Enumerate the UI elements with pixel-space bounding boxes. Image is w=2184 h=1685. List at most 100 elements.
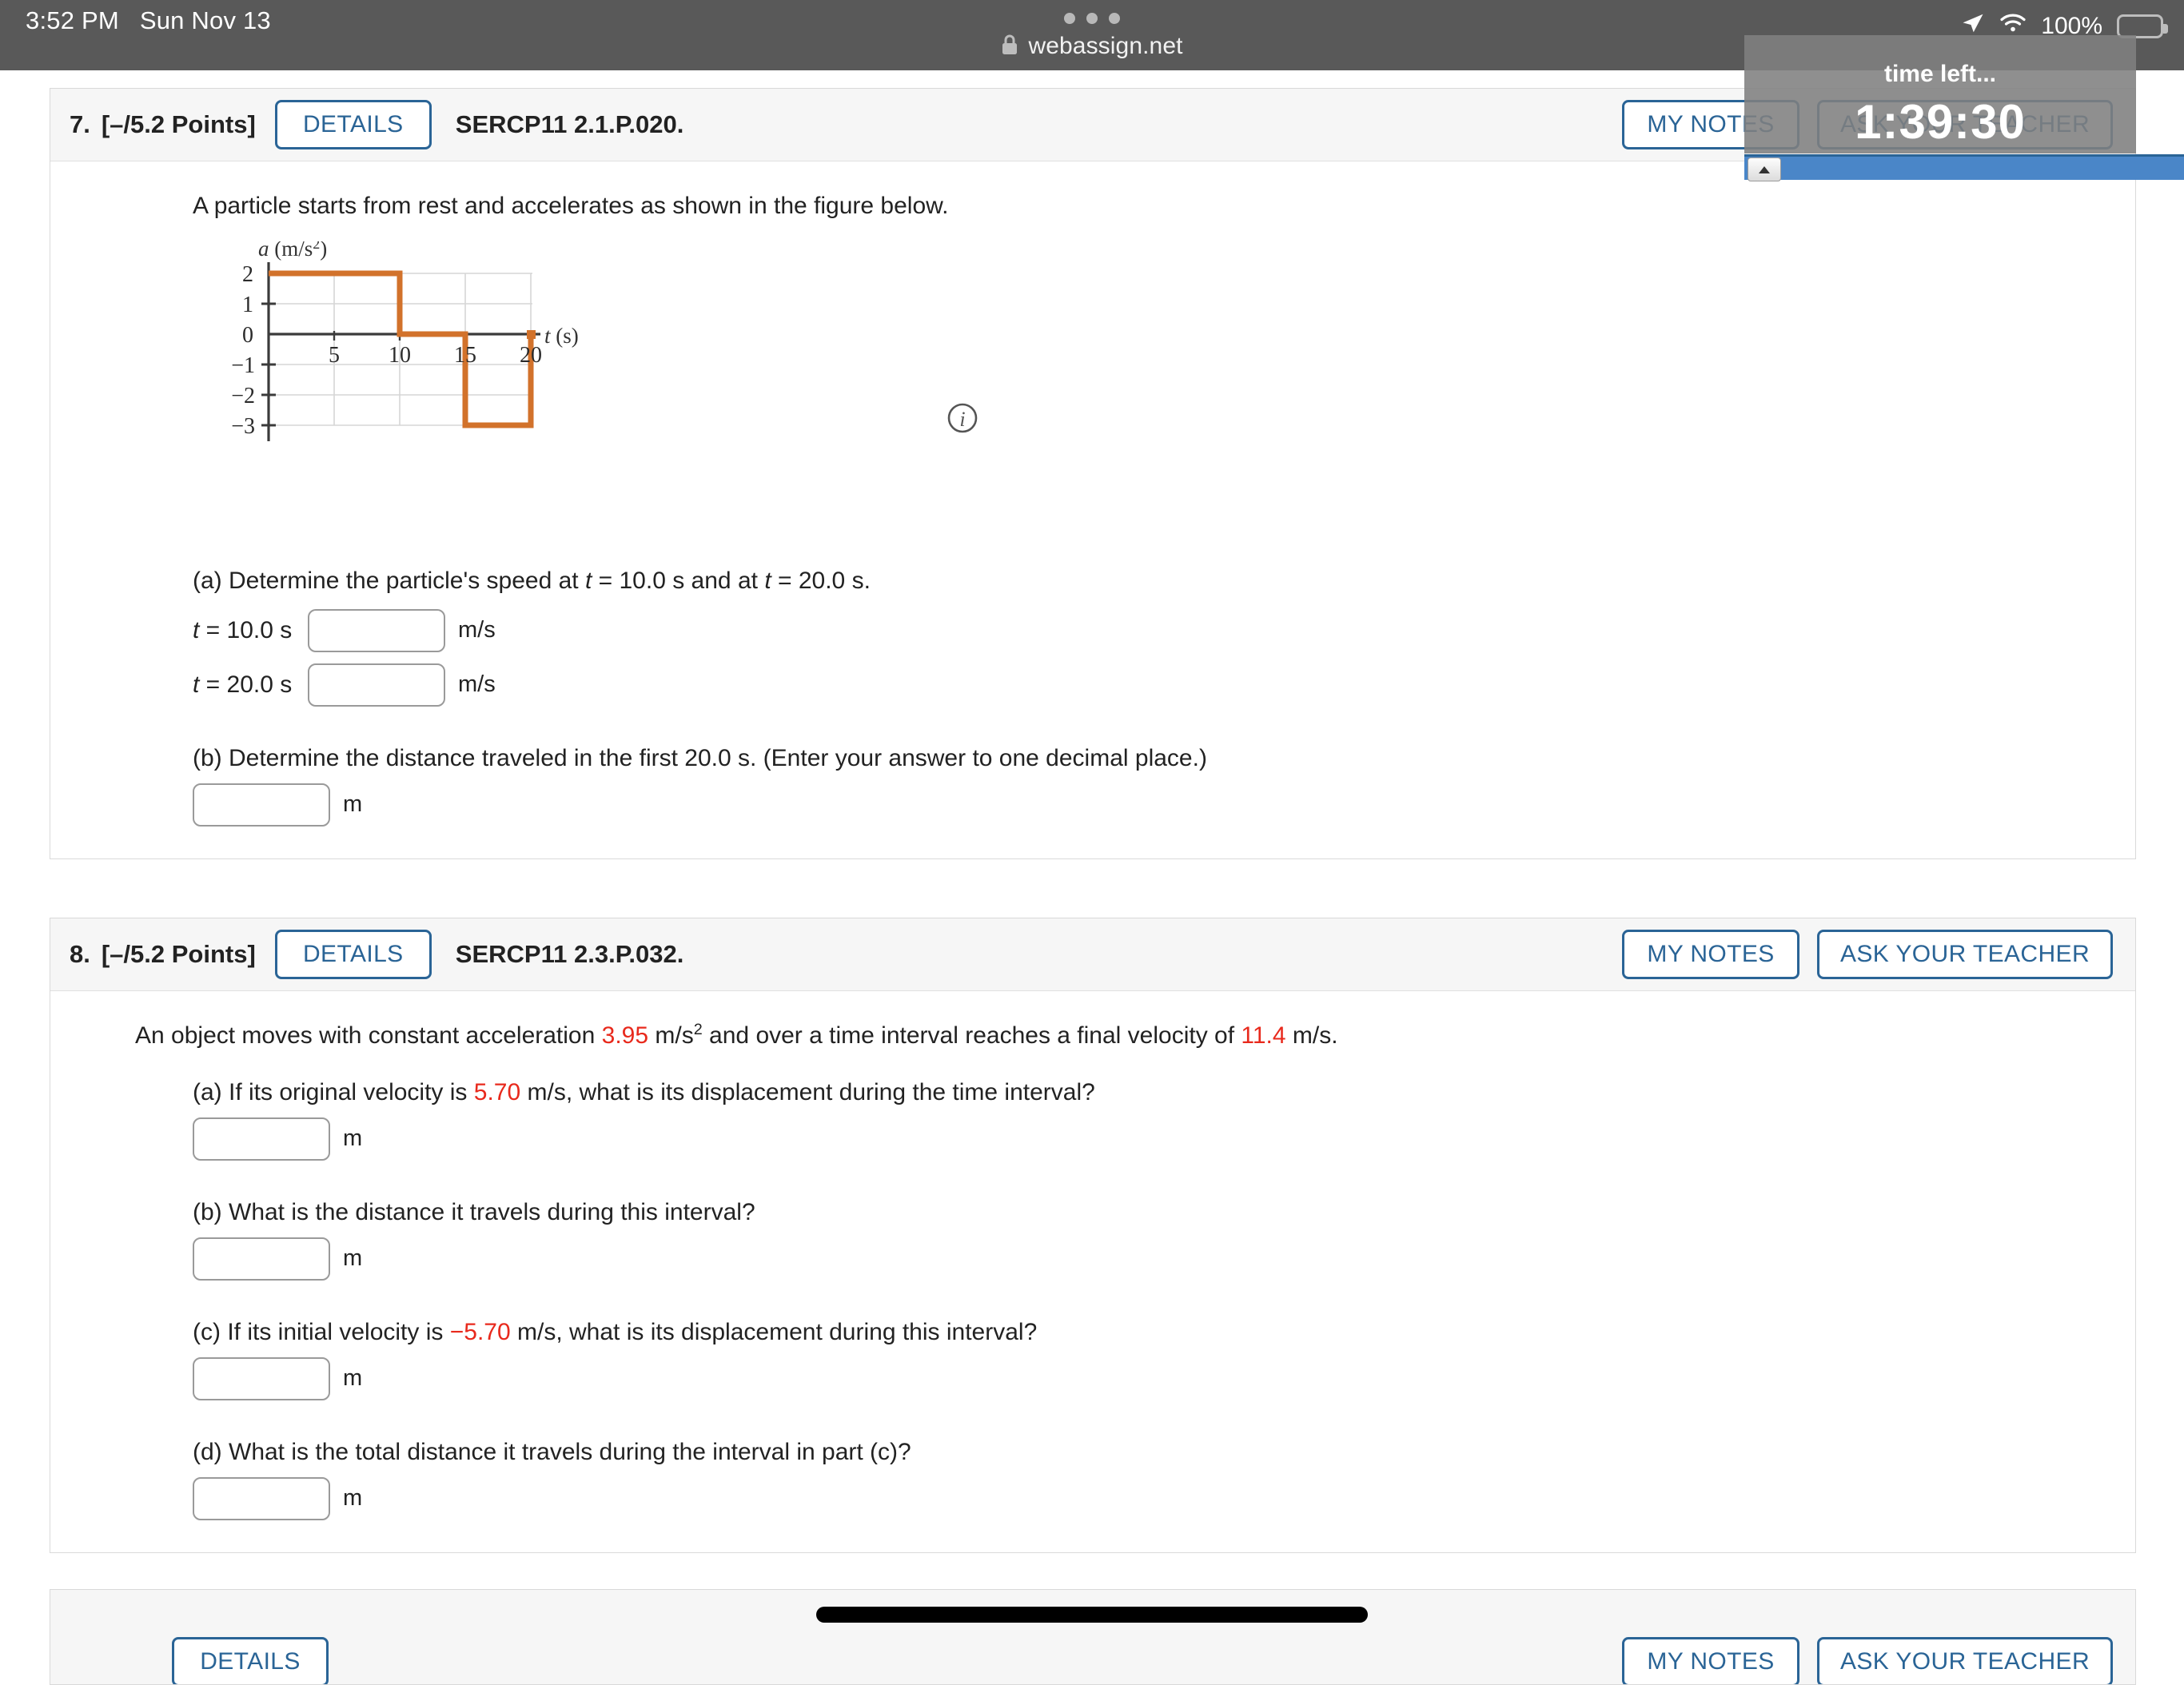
q8-prompt-unit: m/s xyxy=(648,1022,694,1049)
answer-input-q8d[interactable] xyxy=(193,1477,330,1520)
unit-label-q8c: m xyxy=(343,1365,362,1392)
chart-ytick-1: 1 xyxy=(242,293,253,317)
question-8-part-a-text: (a) If its original velocity is 5.70 m/s… xyxy=(193,1079,2135,1106)
my-notes-button-9[interactable]: MY NOTES xyxy=(1622,1637,1799,1685)
ask-your-teacher-button-9[interactable]: ASK YOUR TEACHER xyxy=(1817,1637,2113,1685)
my-notes-button-8[interactable]: MY NOTES xyxy=(1622,930,1799,979)
question-code-7: SERCP11 2.1.P.020. xyxy=(456,110,684,139)
lock-icon xyxy=(1001,34,1018,60)
question-7-part-a-row-2: t = 20.0 s m/s xyxy=(193,663,2135,707)
row-label-t10-rest: = 10.0 s xyxy=(199,617,292,643)
unit-label-q8a: m xyxy=(343,1125,362,1152)
row-label-t10: t = 10.0 s xyxy=(193,613,295,648)
question-prompt-8: An object moves with constant accelerati… xyxy=(135,1018,2135,1054)
question-card-7: 7. [–/5.2 Points] DETAILS SERCP11 2.1.P.… xyxy=(50,88,2136,859)
part-a-text-mid: = 10.0 s and at xyxy=(592,568,764,594)
question-8-part-b: (b) What is the distance it travels duri… xyxy=(193,1199,2135,1281)
q8c-post: m/s, what is its displacement during thi… xyxy=(511,1319,1038,1345)
url-row[interactable]: webassign.net xyxy=(1001,33,1182,60)
chart-ytick-0: 0 xyxy=(242,323,253,348)
details-button-9[interactable]: DETAILS xyxy=(172,1637,329,1685)
part-a-text-post: = 20.0 s. xyxy=(771,568,871,594)
q8-prompt-mid2: and over a time interval reaches a final… xyxy=(703,1022,1241,1049)
question-8-part-a: (a) If its original velocity is 5.70 m/s… xyxy=(193,1079,2135,1161)
chart-xtick-10: 10 xyxy=(389,343,411,368)
question-8-part-d-row: m xyxy=(193,1477,2135,1520)
time-left-overlay[interactable]: time left... 1:39:30 xyxy=(1744,35,2136,153)
question-points-8: [–/5.2 Points] xyxy=(102,940,256,969)
answer-input-q8a[interactable] xyxy=(193,1117,330,1161)
question-header-8: 8. [–/5.2 Points] DETAILS SERCP11 2.3.P.… xyxy=(50,918,2135,991)
part-a-text-pre: (a) Determine the particle's speed at xyxy=(193,568,585,594)
tab-overview-dots-icon[interactable] xyxy=(1064,13,1120,24)
url-text: webassign.net xyxy=(1028,33,1182,60)
question-code-8: SERCP11 2.3.P.032. xyxy=(456,940,684,969)
unit-label-q8b: m xyxy=(343,1245,362,1272)
triangle-up-icon[interactable] xyxy=(1748,157,1781,181)
unit-label-t20: m/s xyxy=(458,671,496,698)
question-body-7: A particle starts from rest and accelera… xyxy=(50,161,2135,858)
q8c-pre: (c) If its initial velocity is xyxy=(193,1319,450,1345)
chart-xlabel: t (s) xyxy=(544,324,579,348)
question-points-7: [–/5.2 Points] xyxy=(102,110,256,139)
answer-input-speed-t10[interactable] xyxy=(308,609,445,652)
unit-label-q8d: m xyxy=(343,1485,362,1512)
q8d-pre: (d) What is the total distance it travel… xyxy=(193,1439,911,1465)
ask-your-teacher-button-8[interactable]: ASK YOUR TEACHER xyxy=(1817,930,2113,979)
question-8-part-c: (c) If its initial velocity is −5.70 m/s… xyxy=(193,1319,2135,1400)
question-7-part-b: (b) Determine the distance traveled in t… xyxy=(193,745,2135,827)
acceleration-time-figure: a (m/s2) t (s) 2 1 0 −1 −2 −3 5 xyxy=(209,241,624,529)
question-header-9: DETAILS MY NOTES ASK YOUR TEACHER xyxy=(50,1589,2135,1685)
home-indicator xyxy=(816,1607,1368,1623)
question-card-9-partial: DETAILS MY NOTES ASK YOUR TEACHER xyxy=(50,1589,2136,1685)
q8a-pre: (a) If its original velocity is xyxy=(193,1079,474,1105)
question-8-part-c-text: (c) If its initial velocity is −5.70 m/s… xyxy=(193,1319,2135,1346)
chart-ytick-neg3: −3 xyxy=(231,414,255,439)
question-number-7: 7. xyxy=(70,110,90,139)
chart-endpoint-marker xyxy=(527,330,536,339)
question-prompt-7: A particle starts from rest and accelera… xyxy=(193,189,2135,224)
question-body-8: An object moves with constant accelerati… xyxy=(50,991,2135,1552)
question-8-part-b-text: (b) What is the distance it travels duri… xyxy=(193,1199,2135,1226)
question-7-part-a: (a) Determine the particle's speed at t … xyxy=(193,568,2135,707)
answer-input-distance-20s[interactable] xyxy=(193,783,330,827)
chart-ytick-neg1: −1 xyxy=(231,353,255,378)
details-button-8[interactable]: DETAILS xyxy=(275,930,432,979)
q8c-red-value: −5.70 xyxy=(450,1319,511,1345)
question-8-part-c-row: m xyxy=(193,1357,2135,1400)
question-7-part-b-row: m xyxy=(193,783,2135,827)
chart-ylabel: a (m/s2) xyxy=(258,241,327,261)
q8-velocity-value: 11.4 xyxy=(1241,1022,1285,1049)
question-7-part-a-row-1: t = 10.0 s m/s xyxy=(193,609,2135,652)
q8-unit-exponent: 2 xyxy=(694,1021,703,1038)
time-left-label: time left... xyxy=(1744,61,2136,88)
question-8-part-a-row: m xyxy=(193,1117,2135,1161)
chart-ytick-neg2: −2 xyxy=(231,384,255,408)
question-7-part-b-text: (b) Determine the distance traveled in t… xyxy=(193,745,2135,772)
details-button-7[interactable]: DETAILS xyxy=(275,100,432,149)
question-header-actions-9: MY NOTES ASK YOUR TEACHER xyxy=(1622,1637,2113,1685)
question-8-part-d-text: (d) What is the total distance it travel… xyxy=(193,1439,2135,1466)
figure-info-icon[interactable]: i xyxy=(946,401,979,439)
chart-xtick-15: 15 xyxy=(454,343,476,368)
unit-label-q7b: m xyxy=(343,791,362,818)
chart-xtick-20: 20 xyxy=(520,343,542,368)
answer-input-q8c[interactable] xyxy=(193,1357,330,1400)
question-7-part-a-text: (a) Determine the particle's speed at t … xyxy=(193,568,2135,595)
answer-input-q8b[interactable] xyxy=(193,1237,330,1281)
q8-prompt-pre: An object moves with constant accelerati… xyxy=(135,1022,602,1049)
chart-xtick-5: 5 xyxy=(329,343,340,368)
chart-ytick-2: 2 xyxy=(242,262,253,287)
row-label-t20: t = 20.0 s xyxy=(193,667,295,703)
question-header-actions-8: MY NOTES ASK YOUR TEACHER xyxy=(1622,930,2113,979)
svg-text:i: i xyxy=(959,408,965,431)
question-number-8: 8. xyxy=(70,940,90,969)
answer-input-speed-t20[interactable] xyxy=(308,663,445,707)
question-8-part-b-row: m xyxy=(193,1237,2135,1281)
q8-accel-value: 3.95 xyxy=(602,1022,648,1049)
q8a-red-value: 5.70 xyxy=(474,1079,520,1105)
q8a-post: m/s, what is its displacement during the… xyxy=(520,1079,1095,1105)
q8-prompt-end: m/s. xyxy=(1286,1022,1338,1049)
q8b-pre: (b) What is the distance it travels duri… xyxy=(193,1199,755,1225)
timer-panel-bar[interactable] xyxy=(1744,154,2184,180)
